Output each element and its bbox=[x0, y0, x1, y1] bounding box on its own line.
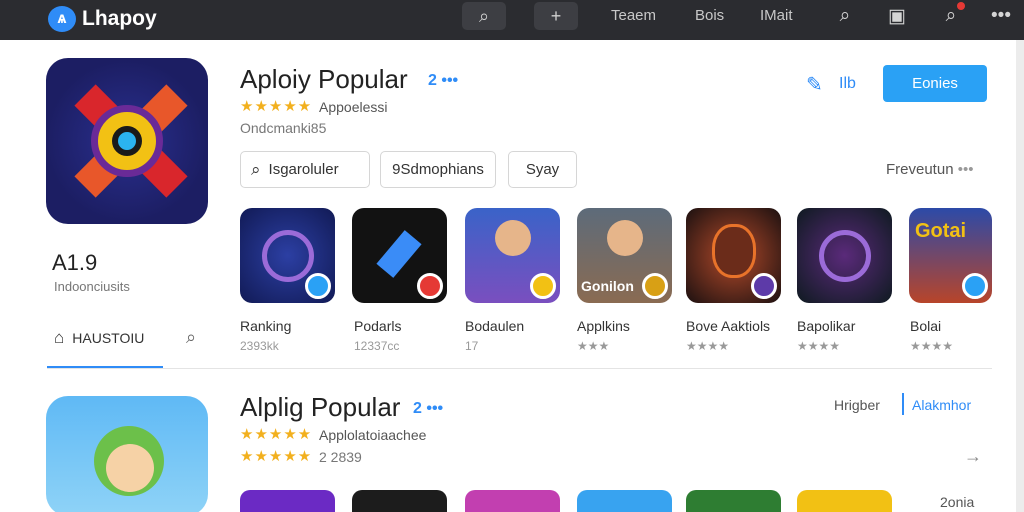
filter-dropdown-label: Freveutun bbox=[886, 161, 954, 178]
link-separator bbox=[902, 393, 904, 415]
rating-label: Indoonciusits bbox=[54, 279, 130, 294]
tab-label: HAUSTOIU bbox=[72, 330, 145, 346]
filter-label: Isgaroluler bbox=[268, 161, 339, 178]
app-subtext: ★★★ bbox=[577, 339, 610, 353]
search-filter-pill[interactable]: ⌕ Isgaroluler bbox=[240, 151, 370, 188]
search-icon: ⌕ bbox=[251, 159, 261, 179]
section2-badge: 2 ••• bbox=[413, 400, 444, 417]
featured-badge: 2 ••• bbox=[428, 72, 459, 89]
scrollbar[interactable] bbox=[1016, 40, 1024, 512]
search-icon[interactable]: ⌕ bbox=[832, 3, 858, 29]
app-tile[interactable] bbox=[577, 490, 672, 512]
app-name[interactable]: Ranking bbox=[240, 318, 291, 334]
section2-link-higher[interactable]: Hrigber bbox=[834, 397, 880, 413]
search-icon[interactable]: ⌕ bbox=[186, 327, 196, 348]
brand-logo-icon: ѧ bbox=[48, 6, 76, 32]
app-glyph bbox=[376, 230, 422, 278]
section2-corner-label: 2onia bbox=[940, 494, 975, 510]
search-icon[interactable]: ⌕ bbox=[462, 2, 506, 30]
filter-label: 9Sdmophians bbox=[392, 161, 484, 178]
section2-stars-2: ★★★★★ bbox=[240, 448, 313, 465]
featured-developer: Appoelessi bbox=[319, 99, 388, 115]
app-badge bbox=[417, 273, 443, 299]
featured-title: Aploiy Popular bbox=[240, 64, 408, 94]
app-subtext: ★★★★ bbox=[797, 339, 841, 353]
notification-dot bbox=[957, 2, 965, 10]
app-glyph bbox=[495, 220, 531, 256]
app-name[interactable]: Bolai bbox=[910, 318, 941, 334]
icon-shape bbox=[106, 444, 154, 492]
app-tile[interactable]: Gotai bbox=[909, 208, 992, 303]
featured-app-icon[interactable] bbox=[46, 58, 208, 224]
section-divider bbox=[47, 368, 992, 369]
app-name[interactable]: Bodaulen bbox=[465, 318, 524, 334]
nav-item-teaem[interactable]: Teaem bbox=[611, 7, 656, 24]
app-subtext: 17 bbox=[465, 339, 479, 353]
filter-label: Syay bbox=[525, 161, 560, 178]
app-tile[interactable] bbox=[465, 490, 560, 512]
more-icon: ••• bbox=[957, 161, 974, 178]
app-badge bbox=[962, 273, 988, 299]
section2-count: 2 2839 bbox=[319, 449, 362, 465]
app-subtext: ★★★★ bbox=[910, 339, 954, 353]
app-caption: Gonilon bbox=[581, 278, 634, 294]
link-label[interactable]: Ilb bbox=[839, 75, 856, 93]
app-name[interactable]: Bove Aaktiols bbox=[686, 318, 770, 334]
arrow-right-icon[interactable]: → bbox=[964, 446, 982, 467]
app-badge bbox=[530, 273, 556, 299]
app-tile[interactable]: Gonilon bbox=[577, 208, 672, 303]
app-tile[interactable] bbox=[240, 490, 335, 512]
brand[interactable]: ѧ Lhapoy bbox=[48, 4, 157, 34]
image-icon[interactable]: ▣ bbox=[884, 3, 910, 29]
more-icon[interactable]: ••• bbox=[988, 3, 1014, 29]
app-tile[interactable] bbox=[352, 208, 447, 303]
section2-stars: ★★★★★ bbox=[240, 426, 313, 443]
nav-item-bois[interactable]: Bois bbox=[695, 7, 724, 24]
section2-link-more[interactable]: Alakmhor bbox=[912, 397, 971, 413]
featured-category: Ondcmanki85 bbox=[240, 120, 327, 136]
rating-value: A1.9 bbox=[52, 250, 98, 275]
app-glyph bbox=[607, 220, 643, 256]
app-name[interactable]: Bapolikar bbox=[797, 318, 855, 334]
section2-title: Alplig Popular bbox=[240, 392, 401, 422]
app-caption: Gotai bbox=[915, 220, 967, 242]
filter-pill[interactable]: 9Sdmophians bbox=[380, 151, 496, 188]
link-icon[interactable]: ✎ bbox=[806, 72, 823, 97]
app-name[interactable]: Podarls bbox=[354, 318, 401, 334]
filter-pill[interactable]: Syay bbox=[508, 151, 577, 188]
section2-developer: Applolatoiaachee bbox=[319, 427, 427, 443]
filter-dropdown[interactable]: Freveutun ••• bbox=[886, 161, 973, 178]
section2-app-icon[interactable] bbox=[46, 396, 208, 512]
app-tile[interactable] bbox=[797, 208, 892, 303]
featured-stars: ★★★★★ bbox=[240, 98, 313, 115]
top-bar: ѧ Lhapoy ⌕ + Teaem Bois IMait ⌕ ▣ ⌕ ••• bbox=[0, 0, 1024, 40]
primary-button[interactable]: Eonies bbox=[883, 65, 987, 102]
app-tile[interactable] bbox=[465, 208, 560, 303]
app-glyph bbox=[262, 230, 314, 282]
app-subtext: 2393kk bbox=[240, 339, 279, 353]
app-tile[interactable] bbox=[240, 208, 335, 303]
app-tile[interactable] bbox=[686, 490, 781, 512]
icon-shape bbox=[112, 126, 142, 156]
app-tile[interactable] bbox=[797, 490, 892, 512]
app-badge bbox=[642, 273, 668, 299]
add-icon[interactable]: + bbox=[534, 2, 578, 30]
app-tile[interactable] bbox=[686, 208, 781, 303]
home-icon: ⌂ bbox=[54, 328, 65, 347]
app-glyph bbox=[712, 224, 756, 278]
app-subtext: ★★★★ bbox=[686, 339, 730, 353]
nav-item-imait[interactable]: IMait bbox=[760, 7, 793, 24]
tab-haustoiu[interactable]: ⌂ HAUSTOIU bbox=[54, 328, 144, 348]
brand-name: Lhapoy bbox=[82, 7, 157, 30]
app-badge bbox=[751, 273, 777, 299]
app-tile[interactable] bbox=[352, 490, 447, 512]
app-name[interactable]: Applkins bbox=[577, 318, 630, 334]
app-badge bbox=[305, 273, 331, 299]
app-subtext: 12337cc bbox=[354, 339, 400, 353]
app-glyph bbox=[819, 230, 871, 282]
